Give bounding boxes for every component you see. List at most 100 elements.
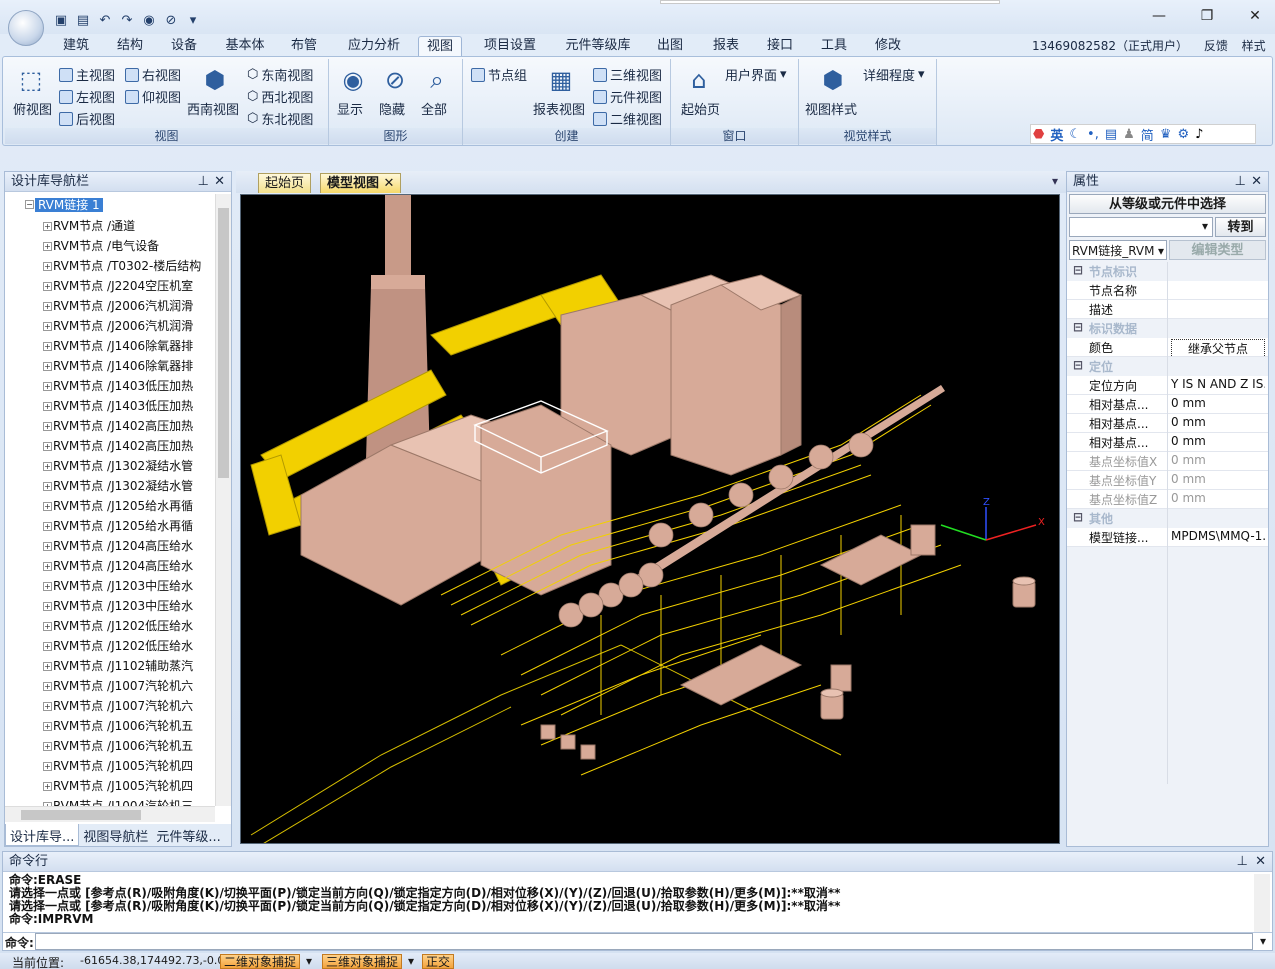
tree-node[interactable]: + RVM节点 /J1402高压加热 [43,416,193,436]
expand-icon[interactable]: + [43,402,52,411]
tab-report[interactable]: 报表 [708,36,744,56]
tree-view[interactable]: − RVM链接 1 + RVM节点 /通道 + RVM节点 /电气设备 + RVM节点 /T0… [5,194,215,806]
tree-node[interactable]: + RVM节点 /J1406除氧器排 [43,336,193,356]
3d-snap-toggle[interactable]: 三维对象捕捉 [322,954,403,969]
2d-snap-toggle[interactable]: 二维对象捕捉 [220,954,301,969]
tree-node[interactable]: + RVM节点 /J1403低压加热 [43,396,193,416]
command-input[interactable] [35,933,1253,950]
skin-icon[interactable]: ♛ [1160,127,1172,142]
expand-icon[interactable]: + [43,682,52,691]
tab-component-grade[interactable]: 元件等级... [152,824,224,846]
tree-node[interactable]: + RVM节点 /J1302凝结水管 [43,476,193,496]
northeast-view-button[interactable]: ⬡ 东北视图 [247,109,313,128]
show-icon[interactable]: ◉ [140,11,158,29]
qat-more-button[interactable]: ▾ [184,11,202,29]
expand-icon[interactable]: + [43,662,52,671]
ortho-toggle[interactable]: 正交 [422,954,455,969]
model-3d-viewport[interactable]: Z X [240,194,1060,844]
tab-component-grade[interactable]: 元件等级库 [560,36,636,56]
expand-icon[interactable]: + [43,242,52,251]
property-value[interactable]: 0 mm [1171,415,1265,429]
expand-icon[interactable]: + [43,582,52,591]
expand-icon[interactable]: + [43,482,52,491]
tree-node[interactable]: + RVM节点 /J1402高压加热 [43,436,193,456]
expand-icon[interactable]: + [43,462,52,471]
expand-icon[interactable]: + [43,442,52,451]
expand-icon[interactable]: + [43,562,52,571]
chevron-down-icon[interactable]: ▾ [306,954,312,968]
southeast-view-button[interactable]: ⬡ 东南视图 [247,65,313,84]
tab-design-library[interactable]: 设计库导... [5,824,80,846]
tree-node[interactable]: + RVM节点 /J1202低压给水 [43,616,193,636]
tree-horizontal-scrollbar[interactable] [5,806,215,822]
tab-equipment[interactable]: 设备 [166,36,202,56]
type-combo[interactable]: RVM链接_RVM ▾ [1069,240,1167,260]
expand-icon[interactable]: + [43,422,52,431]
target-combo[interactable]: ▾ [1069,217,1213,237]
user-icon[interactable]: ♟ [1123,127,1135,142]
chevron-down-icon[interactable]: ▾ [1260,934,1266,948]
expand-icon[interactable]: + [43,342,52,351]
expand-icon[interactable]: + [43,782,52,791]
2d-view-button[interactable]: 二维视图 [593,109,662,128]
expand-icon[interactable]: + [43,282,52,291]
report-view-button[interactable]: 报表视图 [533,99,585,118]
chevron-down-icon[interactable]: ▾ [408,954,414,968]
close-icon[interactable]: ✕ [1245,6,1265,26]
command-scrollbar[interactable] [1254,874,1270,932]
tree-node[interactable]: + RVM节点 /J1005汽轮机四 [43,756,193,776]
tree-node[interactable]: + RVM节点 /J1403低压加热 [43,376,193,396]
expand-icon[interactable]: + [43,302,52,311]
show-button[interactable]: 显示 [337,99,363,118]
tab-piping[interactable]: 布管 [286,36,322,56]
hide-button[interactable]: 隐藏 [379,99,405,118]
tree-node[interactable]: + RVM节点 /J1006汽轮机五 [43,716,193,736]
property-value[interactable]: MPDMS\MMQ-1... [1171,529,1265,543]
close-icon[interactable]: ✕ [1251,172,1262,192]
pin-icon[interactable]: ⊥ [1235,172,1246,192]
style-menu[interactable]: 样式 [1242,39,1266,53]
collapse-icon[interactable]: − [25,200,34,209]
property-value[interactable]: 0 mm [1171,491,1265,505]
tree-node[interactable]: + RVM节点 /J1202低压给水 [43,636,193,656]
undo-icon[interactable]: ↶ [96,11,114,29]
property-value[interactable]: 0 mm [1171,453,1265,467]
close-icon[interactable]: ✕ [1255,852,1266,872]
expand-icon[interactable]: + [43,542,52,551]
property-value[interactable]: 0 mm [1171,434,1265,448]
tree-node[interactable]: + RVM节点 /J2006汽机润滑 [43,296,193,316]
tab-model-view[interactable]: 模型视图 ✕ [320,173,402,193]
expand-icon[interactable]: + [43,382,52,391]
save-as-icon[interactable]: ▤ [74,11,92,29]
redo-icon[interactable]: ↷ [118,11,136,29]
expand-icon[interactable]: + [43,702,52,711]
tree-node[interactable]: + RVM节点 /J1204高压给水 [43,556,193,576]
tree-node[interactable]: + RVM节点 /J1302凝结水管 [43,456,193,476]
tree-node[interactable]: + RVM节点 /J2204空压机室 [43,276,193,296]
tree-node[interactable]: + RVM节点 /J1204高压给水 [43,536,193,556]
ime-simplified-toggle[interactable]: 简 [1141,125,1154,144]
property-value[interactable]: 0 mm [1171,396,1265,410]
keyboard-icon[interactable]: ▤ [1105,127,1117,142]
hide-icon[interactable]: ⊘ [162,11,180,29]
property-value[interactable]: Y IS N AND Z IS... [1171,377,1265,391]
expand-icon[interactable]: + [43,602,52,611]
expand-icon[interactable]: + [43,642,52,651]
expand-icon[interactable]: + [43,222,52,231]
back-view-button[interactable]: 后视图 [59,109,115,128]
tab-view-navigator[interactable]: 视图导航栏 [79,824,152,846]
settings-icon[interactable]: ⚙ [1177,127,1189,142]
edit-type-button[interactable]: 编辑类型 [1169,240,1266,260]
select-from-grade-button[interactable]: 从等级或元件中选择 [1069,194,1266,214]
collapse-icon[interactable]: ⊟ [1073,510,1083,524]
collapse-icon[interactable]: ⊟ [1073,263,1083,277]
tree-node[interactable]: + RVM节点 /T0302-楼后结构 [43,256,201,276]
top-view-button[interactable]: 俯视图 [13,99,52,118]
southwest-view-button[interactable]: 西南视图 [187,99,239,118]
expand-icon[interactable]: + [43,262,52,271]
feedback-link[interactable]: 反馈 [1204,39,1228,53]
restore-icon[interactable]: ❐ [1197,6,1217,26]
tree-node[interactable]: + RVM节点 /J1006汽轮机五 [43,736,193,756]
tree-node[interactable]: + RVM节点 /J1406除氧器排 [43,356,193,376]
tree-node[interactable]: + RVM节点 /J2006汽机润滑 [43,316,193,336]
